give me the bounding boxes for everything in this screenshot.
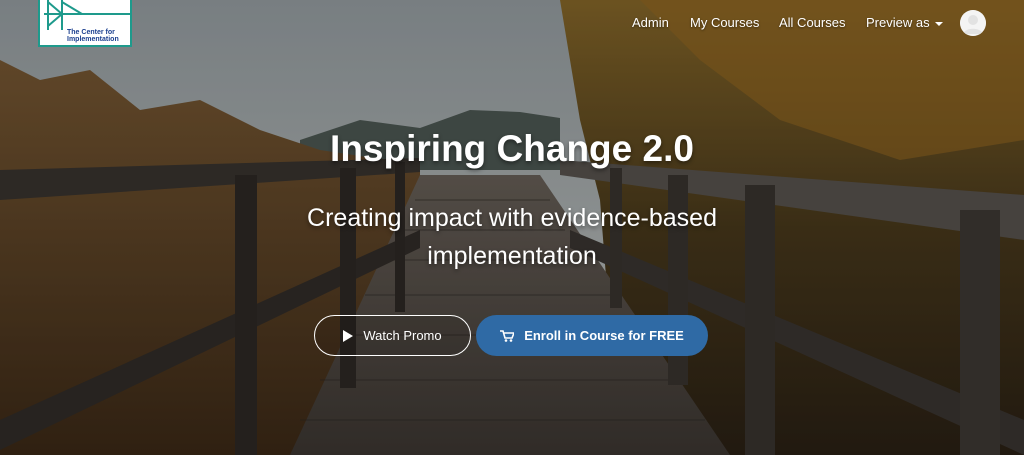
logo-text: The Center for Implementation — [67, 29, 119, 43]
site-logo[interactable]: The Center for Implementation — [38, 0, 132, 47]
bridge-logo-icon — [44, 0, 130, 30]
watch-promo-label: Watch Promo — [363, 328, 442, 343]
user-silhouette-icon — [960, 10, 986, 36]
shopping-cart-icon — [500, 329, 515, 342]
watch-promo-button[interactable]: Watch Promo — [314, 315, 471, 356]
play-icon — [343, 329, 354, 342]
nav-item-preview-as[interactable]: Preview as — [866, 15, 943, 30]
enroll-button[interactable]: Enroll in Course for FREE — [476, 315, 708, 356]
preview-as-label: Preview as — [866, 15, 930, 30]
user-avatar-icon[interactable] — [960, 10, 986, 36]
enroll-button-label: Enroll in Course for FREE — [524, 328, 684, 343]
nav-item-all-courses[interactable]: All Courses — [779, 15, 845, 30]
course-title: Inspiring Change 2.0 — [330, 128, 694, 169]
chevron-down-icon — [934, 21, 943, 26]
course-subtitle: Creating impact with evidence-based impl… — [307, 204, 717, 270]
nav-item-my-courses[interactable]: My Courses — [690, 15, 759, 30]
nav-item-admin[interactable]: Admin — [632, 15, 669, 30]
